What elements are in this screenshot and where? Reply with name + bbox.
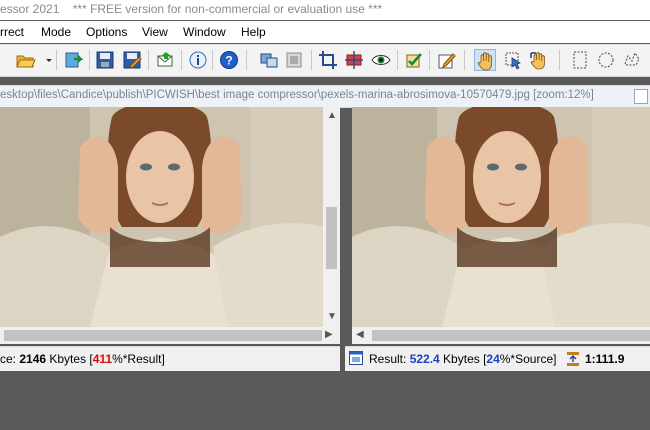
optimize-icon[interactable] (403, 49, 425, 71)
zoom-tool-icon[interactable] (502, 49, 524, 71)
path-bar-button[interactable] (634, 89, 648, 104)
result-label: Result: (369, 352, 410, 366)
result-percent: 24 (486, 352, 500, 366)
source-photo (0, 107, 323, 327)
toolbar-separator (181, 50, 182, 70)
scroll-left-arrow[interactable]: ◀ (356, 329, 364, 340)
help-icon[interactable]: ? (218, 49, 240, 71)
toolbar-separator (148, 50, 149, 70)
scroll-thumb[interactable] (326, 207, 337, 269)
export-icon[interactable] (63, 49, 85, 71)
grab-tool-icon[interactable] (528, 49, 550, 71)
result-horizontal-scrollbar[interactable]: ◀ (352, 327, 650, 344)
result-percent-suffix: %*Source] (499, 352, 557, 366)
file-path-bar: esktop\files\Candice\publish\PICWISH\bes… (0, 85, 650, 108)
toolbar-separator (56, 50, 57, 70)
toolbar-separator (212, 50, 213, 70)
compare-view-icon[interactable] (258, 49, 280, 71)
window-title: essor 2021 *** FREE version for non-comm… (0, 2, 382, 16)
toolbar-separator (429, 50, 430, 70)
menu-correct[interactable]: rrect (0, 25, 24, 39)
source-unit: Kbytes [ (46, 352, 93, 366)
source-image-pane[interactable]: ▲ ▼ ▶ (0, 107, 340, 344)
source-vertical-scrollbar[interactable]: ▲ ▼ (323, 107, 340, 327)
app-title: essor 2021 (0, 2, 60, 16)
result-photo (352, 107, 650, 327)
info-icon[interactable] (187, 49, 209, 71)
toolbar-separator (89, 50, 90, 70)
menu-help[interactable]: Help (241, 25, 266, 39)
save-icon[interactable] (94, 49, 116, 71)
source-horizontal-scrollbar[interactable]: ▶ (0, 327, 340, 344)
scroll-up-arrow[interactable]: ▲ (327, 110, 337, 121)
source-status-bar: ce: 2146 Kbytes [411%*Result] (0, 346, 340, 372)
file-path-text: esktop\files\Candice\publish\PICWISH\bes… (0, 89, 594, 101)
free-version-notice: *** FREE version for non-commercial or e… (72, 2, 383, 16)
single-view-icon[interactable] (283, 49, 305, 71)
hand-tool-icon[interactable] (474, 49, 496, 71)
menu-mode[interactable]: Mode (41, 25, 71, 39)
svg-text:?: ? (225, 54, 232, 68)
compression-ratio: 1:111.9 (585, 352, 625, 366)
menu-options[interactable]: Options (86, 25, 127, 39)
menu-view[interactable]: View (142, 25, 168, 39)
send-icon[interactable] (154, 49, 176, 71)
menu-window[interactable]: Window (183, 25, 226, 39)
result-image-icon (349, 351, 363, 365)
toolbar-separator (397, 50, 398, 70)
toolbar-separator (311, 50, 312, 70)
edit-icon[interactable] (436, 49, 458, 71)
crop-icon[interactable] (317, 49, 339, 71)
toolbar: ? (0, 44, 650, 77)
workspace-background (0, 371, 650, 430)
result-status-bar: Result: 522.4 Kbytes [24%*Source] 1:111.… (345, 346, 650, 372)
source-percent-suffix: %*Result] (112, 352, 165, 366)
source-percent: 411 (92, 352, 113, 366)
source-size: 2146 (19, 352, 47, 366)
ellipse-select-icon[interactable] (595, 49, 617, 71)
result-image-pane[interactable]: ◀ (352, 107, 650, 344)
menu-bar: rrect Mode Options View Window Help (0, 21, 650, 43)
open-icon[interactable] (14, 49, 36, 71)
toolbar-separator (464, 50, 465, 70)
freeform-select-icon[interactable] (621, 49, 643, 71)
rect-select-icon[interactable] (569, 49, 591, 71)
source-label: ce: (0, 352, 20, 366)
source-status-text: ce: 2146 Kbytes [411%*Result] (0, 352, 165, 366)
scroll-thumb[interactable] (372, 330, 650, 341)
result-unit: Kbytes [ (439, 352, 487, 366)
title-bar: essor 2021 *** FREE version for non-comm… (0, 0, 650, 20)
scroll-thumb[interactable] (4, 330, 322, 341)
resize-icon[interactable] (343, 49, 365, 71)
scroll-down-arrow[interactable]: ▼ (327, 311, 337, 322)
result-status-text: Result: 522.4 Kbytes [24%*Source] (369, 352, 556, 366)
open-dropdown-icon[interactable] (38, 49, 52, 71)
save-as-icon[interactable] (121, 49, 143, 71)
toolbar-separator (559, 50, 560, 70)
toolbar-separator (246, 50, 247, 70)
preview-eye-icon[interactable] (370, 49, 392, 71)
scroll-right-arrow[interactable]: ▶ (325, 329, 333, 340)
compression-ratio-icon (565, 351, 581, 367)
result-size: 522.4 (409, 352, 440, 366)
